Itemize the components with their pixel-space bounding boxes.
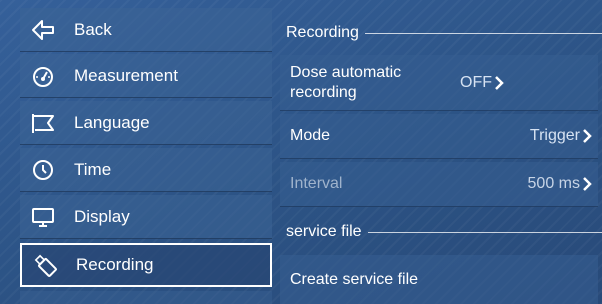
menu-item-label: Time [74,159,112,179]
menu-item-label: Language [74,112,150,132]
section-divider [364,32,602,34]
menu-item-display[interactable]: Display [20,195,272,239]
menu-item-label: Recording [76,255,154,274]
menu-item-label: Measurement [74,65,178,85]
menu-item-label: Back [74,19,112,39]
menu-item-time[interactable]: Time [20,148,272,192]
row-dose-automatic-recording[interactable]: Dose automatic recording OFF [280,55,598,111]
menu-item-label: Display [74,206,130,226]
row-value: Trigger [529,127,580,144]
row-label: Dose automatic recording [290,63,402,101]
row-label: Interval [290,175,343,192]
settings-screen: Back Measurement Language Time Display R… [0,0,602,304]
usb-icon [32,252,58,278]
back-arrow-icon [30,17,56,43]
menu-item-language[interactable]: Language [20,101,272,145]
menu-item-next-partial[interactable] [20,291,272,304]
menu-item-measurement[interactable]: Measurement [20,54,272,98]
row-interval[interactable]: Interval 500 ms [280,162,598,207]
section-divider [367,231,602,233]
menu-item-back[interactable]: Back [20,8,272,52]
section-header-service-file: service file [286,221,602,243]
section-title: service file [286,223,362,240]
row-label: Create service file [290,270,419,288]
recording-panel: Recording Dose automatic recording OFF M… [280,0,602,304]
menu-item-recording[interactable]: Recording [20,243,272,287]
section-header-recording: Recording [286,22,602,44]
gauge-icon [30,63,56,89]
chevron-right-icon [494,74,506,92]
row-create-service-file[interactable]: Create service file [280,255,598,304]
row-value: OFF [460,73,492,91]
chevron-right-icon [582,175,594,193]
settings-menu: Back Measurement Language Time Display R… [20,0,272,304]
flag-icon [30,110,56,136]
chevron-right-icon [582,127,594,145]
row-mode[interactable]: Mode Trigger [280,114,598,159]
row-label: Mode [290,127,331,144]
row-value: 500 ms [527,175,580,192]
clock-icon [30,157,56,183]
monitor-icon [30,204,56,230]
section-title: Recording [286,24,359,41]
